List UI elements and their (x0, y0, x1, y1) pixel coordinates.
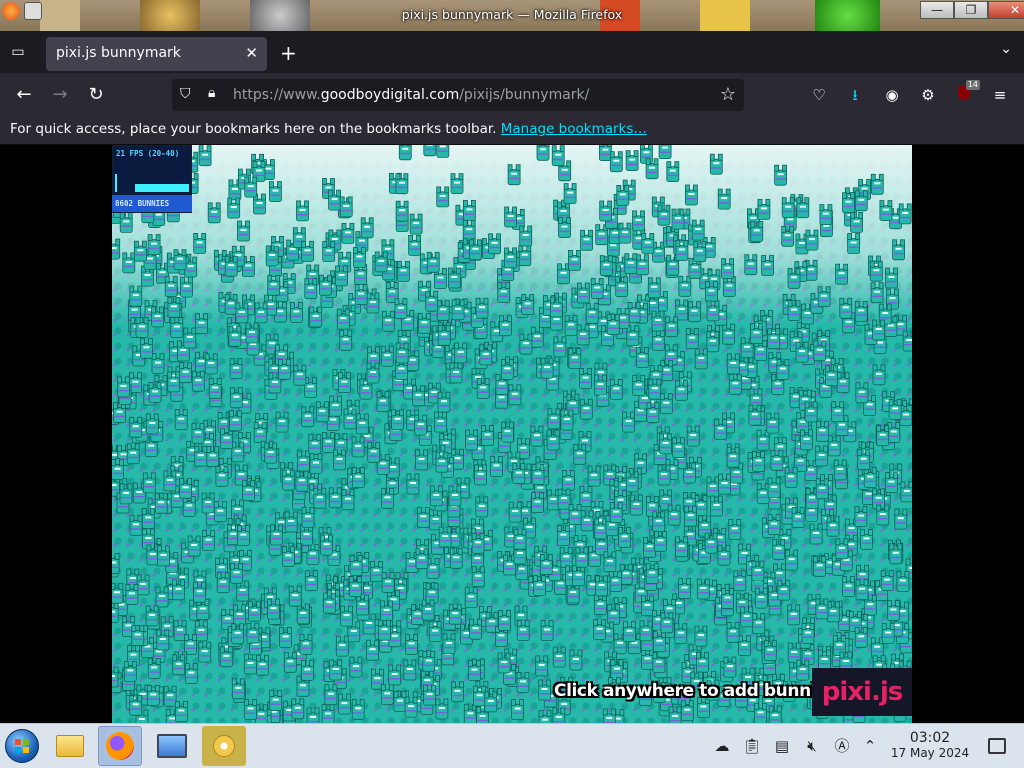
account-icon[interactable]: ◉ (882, 85, 902, 105)
close-window-button[interactable]: ✕ (988, 1, 1024, 19)
fps-graph (115, 174, 189, 192)
bookmarks-toolbar: For quick access, place your bookmarks h… (0, 117, 1024, 145)
tab-bunnymark[interactable]: pixi.js bunnymark ✕ (46, 37, 267, 71)
tracking-protection-icon[interactable]: ⛉ (180, 86, 191, 102)
ublock-extension-icon[interactable]: 14 (954, 80, 980, 105)
firefox-task[interactable] (98, 726, 142, 766)
bookmarks-hint-text: For quick access, place your bookmarks h… (10, 121, 497, 137)
url-host: goodboydigital.com (320, 87, 460, 103)
url-path: /pixijs/bunnymark/ (459, 87, 590, 103)
tab-label: pixi.js bunnymark (56, 45, 181, 61)
url-prefix: https://www. (233, 87, 321, 103)
bunny-counter: 8602 BUNNIES (112, 195, 192, 212)
mute-icon[interactable]: 🔇︎ (802, 736, 822, 756)
window-title: pixi.js bunnymark — Mozilla Firefox (401, 7, 623, 22)
clock-date: 17 May 2024 (890, 746, 970, 760)
tab-overview-icon[interactable]: ▭ (9, 43, 27, 61)
extensions-icon[interactable]: ⚙ (918, 85, 938, 105)
app-menu-button[interactable]: ≡ (990, 85, 1010, 105)
bookmarks-message: For quick access, place your bookmarks h… (10, 121, 647, 137)
cloud-icon[interactable]: ☁ (712, 736, 732, 756)
manage-bookmarks-link[interactable]: Manage bookmarks… (501, 121, 647, 137)
pocket-icon[interactable]: ♡ (809, 85, 829, 105)
downloads-icon[interactable]: ⭳ (845, 85, 865, 105)
reload-button[interactable]: ↻ (85, 85, 107, 107)
firefox-icon (106, 732, 134, 760)
file-manager-task[interactable] (48, 726, 92, 766)
url-text[interactable]: https://www.goodboydigital.com/pixijs/bu… (233, 87, 589, 103)
clock-time: 03:02 (909, 730, 951, 746)
lock-icon[interactable]: 🔒︎ (208, 85, 215, 101)
maximize-button[interactable]: ❐ (954, 1, 988, 19)
monitor-icon (157, 734, 187, 758)
disc-burner-task[interactable] (202, 726, 246, 766)
keyboard-layout-icon[interactable]: Ⓐ (832, 736, 852, 756)
minimize-button[interactable]: — (920, 1, 954, 19)
folder-icon (56, 735, 84, 757)
system-monitor-task[interactable] (150, 726, 194, 766)
notes-icon[interactable]: ▤ (772, 736, 792, 756)
chevron-up-icon[interactable]: ⌃ (860, 736, 880, 756)
clock[interactable]: 03:02 17 May 2024 (880, 730, 980, 760)
window-title-bar: pixi.js bunnymark — Mozilla Firefox — ❐ … (0, 0, 1024, 31)
new-tab-button[interactable]: + (280, 41, 297, 65)
pixi-logo[interactable]: pixi.js (812, 668, 912, 716)
disc-icon (213, 735, 235, 757)
fps-readout: 21 FPS (20-40) (116, 149, 180, 158)
back-button[interactable]: ← (13, 85, 35, 107)
window-controls: — ❐ ✕ (920, 1, 1024, 21)
tab-strip: ▭ pixi.js bunnymark ✕ + ⌄ (0, 31, 1024, 73)
start-button[interactable] (5, 729, 39, 763)
clipboard-icon[interactable]: 📋︎ (742, 736, 762, 756)
extension-badge: 14 (965, 80, 980, 90)
close-tab-icon[interactable]: ✕ (245, 44, 258, 62)
show-desktop-button[interactable] (988, 738, 1006, 754)
taskbar: ☁ 📋︎ ▤ 🔇︎ Ⓐ ⌃ 03:02 17 May 2024 (0, 723, 1024, 768)
bunny-sprites (112, 145, 912, 723)
forward-button[interactable]: → (49, 85, 71, 107)
page-content: 21 FPS (20-40) 8602 BUNNIES Click anywhe… (0, 145, 1024, 723)
bunnymark-canvas[interactable]: 21 FPS (20-40) 8602 BUNNIES Click anywhe… (112, 145, 912, 723)
navigation-toolbar: ← → ↻ ⛉ 🔒︎ https://www.goodboydigital.co… (0, 73, 1024, 117)
list-all-tabs-button[interactable]: ⌄ (1000, 41, 1012, 57)
bookmark-star-icon[interactable]: ☆ (720, 84, 736, 105)
click-instruction: Click anywhere to add bunnies! (554, 681, 845, 701)
url-bar[interactable]: ⛉ 🔒︎ https://www.goodboydigital.com/pixi… (172, 79, 744, 111)
